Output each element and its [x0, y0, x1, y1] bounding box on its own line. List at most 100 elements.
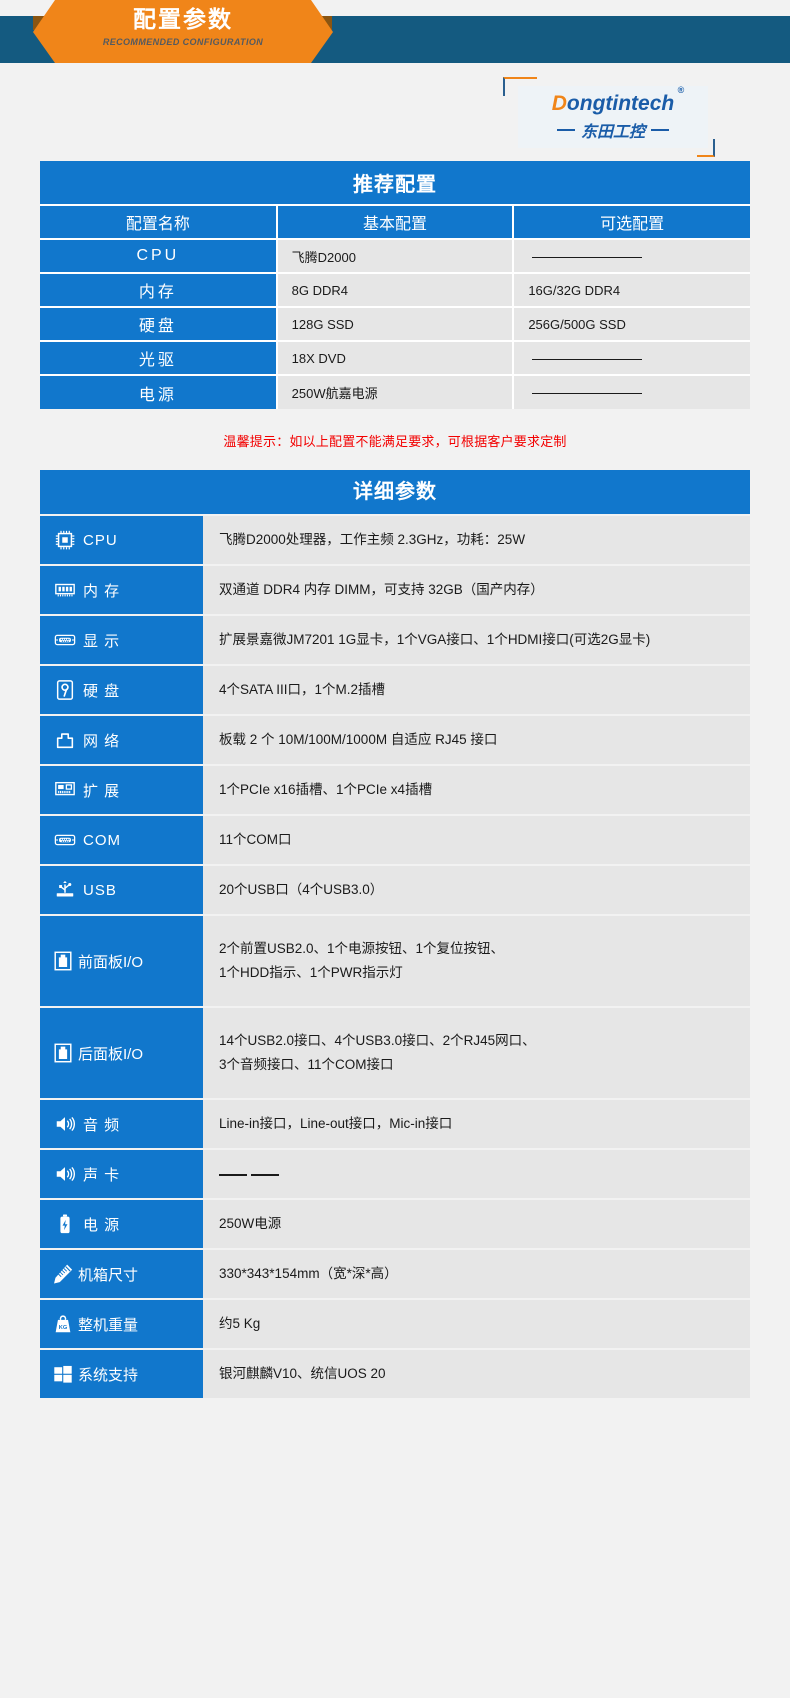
detail-label-sound-card: 声 卡 [40, 1150, 203, 1198]
detail-value-com: 11个COM口 [203, 816, 750, 864]
row-basic-storage: 128G SSD [276, 306, 515, 341]
detail-label-text: 机箱尺寸 [78, 1266, 139, 1284]
windows-os-icon [54, 1365, 72, 1383]
row-basic-power: 250W航嘉电源 [276, 374, 515, 409]
detail-row-network: 网 络 板载 2 个 10M/100M/1000M 自适应 RJ45 接口 [40, 716, 750, 764]
row-basic-memory: 8G DDR4 [276, 272, 515, 307]
logo-chinese-text: 东田工控 [580, 123, 645, 141]
speaker-icon [56, 1116, 76, 1132]
detail-value-chassis-size: 330*343*154mm（宽*深*高） [203, 1250, 750, 1298]
customization-notice: 温馨提示：如以上配置不能满足要求，可根据客户要求定制 [223, 434, 567, 449]
banner-ribbon: 配置参数 RECOMMENDED CONFIGURATION [33, 0, 333, 63]
detail-table-title: 详细参数 [40, 470, 750, 514]
detail-value-line: 银河麒麟V10、统信UOS 20 [219, 1366, 386, 1382]
row-label-storage: 硬盘 [40, 306, 278, 341]
detail-label-text: 内 存 [83, 582, 121, 600]
detail-row-chassis-size: 机箱尺寸 330*343*154mm（宽*深*高） [40, 1250, 750, 1298]
detail-label-text: 声 卡 [83, 1166, 121, 1184]
detail-label-front-panel-io: 前面板I/O [40, 916, 203, 1006]
rj45-network-icon [56, 733, 74, 749]
detail-row-cpu: CPU 飞腾D2000处理器，工作主频 2.3GHz，功耗：25W [40, 516, 750, 564]
detail-label-text: CPU [83, 531, 118, 549]
row-basic-cpu: 飞腾D2000 [276, 238, 515, 273]
detail-label-cpu: CPU [40, 516, 203, 564]
detail-value-display: 扩展景嘉微JM7201 1G显卡，1个VGA接口、1个HDMI接口(可选2G显卡… [203, 616, 750, 664]
table-row: 电源 250W航嘉电源 [40, 374, 750, 409]
detail-row-memory: 内 存 双通道 DDR4 内存 DIMM，可支持 32GB（国产内存） [40, 566, 750, 614]
row-basic-optical-drive: 18X DVD [276, 340, 515, 375]
detail-value-expansion: 1个PCIe x16插槽、1个PCIe x4插槽 [203, 766, 750, 814]
detail-value-line: 3个音频接口、11个COM接口 [219, 1057, 394, 1072]
detail-row-expansion: 扩 展 1个PCIe x16插槽、1个PCIe x4插槽 [40, 766, 750, 814]
recommended-table-title: 推荐配置 [40, 161, 750, 206]
detail-label-rear-panel-io: 后面板I/O [40, 1008, 203, 1098]
detail-label-com: COM [40, 816, 203, 864]
detail-value-cpu: 飞腾D2000处理器，工作主频 2.3GHz，功耗：25W [203, 516, 750, 564]
detail-value-line: 飞腾D2000处理器，工作主频 2.3GHz，功耗：25W [219, 532, 526, 548]
row-label-memory: 内存 [40, 272, 278, 307]
row-optional-memory: 16G/32G DDR4 [513, 272, 750, 307]
detail-label-text: 后面板I/O [78, 1045, 144, 1063]
detail-row-com: COM 11个COM口 [40, 816, 750, 864]
row-optional-cpu [513, 238, 750, 273]
empty-dash-icon [250, 1173, 279, 1176]
detail-value-line: 约5 Kg [219, 1316, 261, 1332]
row-label-optical-drive: 光驱 [40, 340, 278, 375]
detail-row-power: 电 源 250W电源 [40, 1200, 750, 1248]
ruler-pencil-icon [54, 1264, 73, 1284]
table-row: 光驱 18X DVD [40, 340, 750, 375]
detail-label-power: 电 源 [40, 1200, 203, 1248]
banner-subtitle: RECOMMENDED CONFIGURATION [102, 37, 264, 47]
detail-row-os-support: 系统支持 银河麒麟V10、统信UOS 20 [40, 1350, 750, 1398]
column-header-optional: 可选配置 [513, 205, 750, 239]
usb-icon [56, 880, 74, 897]
detail-value-usb: 20个USB口（4个USB3.0） [203, 866, 750, 914]
detail-value-line: 板载 2 个 10M/100M/1000M 自适应 RJ45 接口 [219, 732, 498, 748]
detail-label-network: 网 络 [40, 716, 203, 764]
empty-dash-icon [532, 256, 643, 258]
detail-label-storage: 硬 盘 [40, 666, 203, 714]
detail-row-usb: USB 20个USB口（4个USB3.0） [40, 866, 750, 914]
logo-chinese-name: 东田工控 [556, 118, 669, 142]
detail-value-line: 扩展景嘉微JM7201 1G显卡，1个VGA接口、1个HDMI接口(可选2G显卡… [219, 632, 651, 648]
detail-value-memory: 双通道 DDR4 内存 DIMM，可支持 32GB（国产内存） [203, 566, 750, 614]
detail-value-sound-card [203, 1150, 750, 1198]
detail-value-power: 250W电源 [203, 1200, 750, 1248]
recommended-title-row: 推荐配置 [40, 161, 750, 206]
registered-trademark-icon: ® [677, 84, 685, 95]
detail-value-line: 1个HDD指示、1个PWR指示灯 [219, 965, 403, 980]
detail-label-text: USB [83, 881, 117, 899]
detail-row-sound-card: 声 卡 [40, 1150, 750, 1198]
logo-wordmark-rest: ongtintech [566, 91, 675, 115]
detail-label-display: 显 示 [40, 616, 203, 664]
detail-value-line: 4个SATA III口，1个M.2插槽 [219, 682, 386, 698]
detail-label-text: COM [83, 831, 121, 849]
detail-label-text: 音 频 [83, 1116, 121, 1134]
detail-label-os-support: 系统支持 [40, 1350, 203, 1398]
logo-dash-left-icon [556, 128, 575, 131]
detail-row-display: 显 示 扩展景嘉微JM7201 1G显卡，1个VGA接口、1个HDMI接口(可选… [40, 616, 750, 664]
detail-value-line: 14个USB2.0接口、4个USB3.0接口、2个RJ45网口、 [219, 1033, 536, 1049]
column-header-name: 配置名称 [40, 205, 278, 239]
detail-label-usb: USB [40, 866, 203, 914]
detail-row-rear-panel-io: 后面板I/O 14个USB2.0接口、4个USB3.0接口、2个RJ45网口、 … [40, 1008, 750, 1098]
column-header-basic: 基本配置 [276, 205, 515, 239]
detail-value-line: 250W电源 [219, 1216, 282, 1232]
cpu-chip-icon [55, 530, 75, 550]
recommended-config-table: 推荐配置 配置名称 基本配置 可选配置 CPU 飞腾D2000 内存 8G DD… [40, 161, 750, 409]
detail-value-weight: 约5 Kg [203, 1300, 750, 1348]
detail-label-text: 硬 盘 [83, 682, 121, 700]
detail-value-line: Line-in接口，Line-out接口，Mic-in接口 [219, 1116, 453, 1132]
detail-label-text: 前面板I/O [78, 953, 144, 971]
expansion-card-icon [55, 781, 75, 796]
empty-dash-icon [219, 1173, 247, 1176]
hard-disk-icon [56, 680, 74, 700]
detail-value-line: 20个USB口（4个USB3.0） [219, 882, 384, 898]
detail-label-text: 电 源 [83, 1216, 121, 1234]
detail-value-network: 板载 2 个 10M/100M/1000M 自适应 RJ45 接口 [203, 716, 750, 764]
row-optional-storage: 256G/500G SSD [513, 306, 750, 341]
banner-title: 配置参数 [133, 6, 233, 32]
empty-dash-icon [532, 358, 643, 360]
detail-label-text: 整机重量 [78, 1316, 139, 1334]
detail-label-chassis-size: 机箱尺寸 [40, 1250, 203, 1298]
